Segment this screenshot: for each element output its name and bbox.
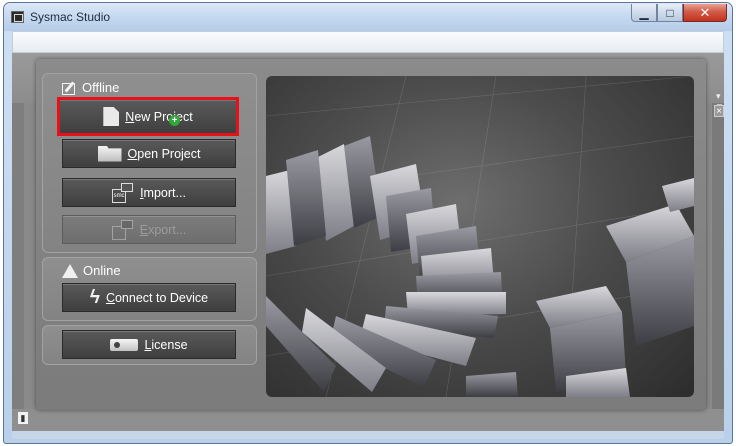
pen-paper-icon	[62, 81, 77, 95]
offline-header: Offline	[62, 80, 119, 95]
plus-icon: +	[169, 115, 180, 126]
new-project-label: New Project	[125, 109, 193, 124]
minimize-button[interactable]: ▁	[631, 4, 657, 22]
window-title: Sysmac Studio	[30, 10, 111, 24]
connect-to-device-button[interactable]: ϟ Connect to Device	[62, 283, 236, 312]
close-icon: ✕	[699, 5, 711, 20]
import-button[interactable]: smc Import...	[62, 178, 236, 207]
export-label: Export...	[139, 222, 187, 237]
import-label: Import...	[140, 185, 186, 200]
sysmac-app-icon[interactable]	[11, 11, 24, 23]
spiral-blocks-graphic	[266, 76, 694, 397]
close-button[interactable]: ✕	[683, 4, 727, 22]
status-bar	[12, 431, 724, 439]
online-label: Online	[83, 263, 121, 278]
license-label: License	[144, 337, 188, 352]
minimize-icon: ▁	[639, 5, 649, 20]
license-button[interactable]: License	[62, 330, 236, 359]
maximize-button[interactable]: □	[657, 4, 683, 22]
maximize-icon: □	[666, 5, 674, 20]
spiral-blocks	[266, 136, 694, 397]
start-page-preview-image	[266, 76, 694, 397]
key-icon	[110, 338, 139, 351]
status-icon[interactable]: ▮	[18, 412, 28, 424]
window-controls: ▁ □ ✕	[631, 4, 727, 22]
new-document-icon	[103, 107, 120, 126]
new-project-button[interactable]: + New Project	[57, 97, 239, 136]
online-header: Online	[62, 263, 121, 278]
open-project-label: Open Project	[127, 146, 201, 161]
smc-import-icon: smc	[112, 182, 134, 203]
folder-icon	[97, 145, 122, 162]
smc-export-icon	[111, 219, 134, 240]
bottom-dock-strip	[12, 409, 724, 431]
menu-bar[interactable]	[12, 31, 724, 53]
offline-label: Offline	[82, 80, 120, 95]
right-dock-strip	[712, 103, 724, 409]
lightning-icon: ϟ	[89, 287, 100, 308]
connect-label: Connect to Device	[105, 290, 209, 305]
left-dock-strip	[12, 103, 24, 439]
panel-close-icon[interactable]: ×	[714, 105, 724, 117]
export-button[interactable]: Export...	[62, 215, 236, 244]
title-bar[interactable]: Sysmac Studio ▁ □ ✕	[4, 3, 732, 31]
warning-icon	[62, 263, 78, 278]
open-project-button[interactable]: Open Project	[62, 139, 236, 168]
